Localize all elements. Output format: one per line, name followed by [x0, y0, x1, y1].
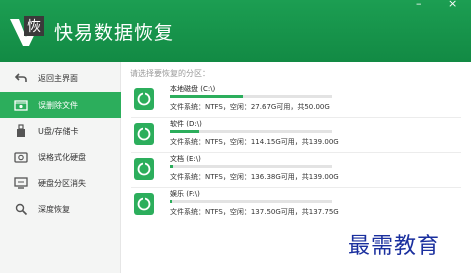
sidebar-item-label: U盘/存储卡	[38, 126, 79, 136]
drive-item[interactable]: 娱乐 (F:\) 文件系统：NTFS，空闲：137.50G可用，共137.75G	[131, 189, 461, 219]
drive-icon	[133, 157, 155, 181]
divider	[131, 152, 461, 153]
drive-usage-bar	[170, 95, 332, 98]
sidebar-item-usb[interactable]: U盘/存储卡	[0, 118, 121, 144]
drive-detail: 文件系统：NTFS，空闲：27.67G可用，共50.00G	[170, 103, 330, 111]
drive-usage-bar	[170, 200, 332, 203]
drive-icon	[133, 122, 155, 146]
close-button[interactable]: ×	[448, 0, 457, 9]
drive-item[interactable]: 软件 (D:\) 文件系统：NTFS，空闲：114.15G可用，共139.00G	[131, 119, 461, 149]
drive-name: 本地磁盘 (C:\)	[170, 85, 216, 93]
drive-usage-fill	[170, 95, 243, 98]
drive-icon	[133, 192, 155, 216]
drive-detail: 文件系统：NTFS，空闲：136.38G可用，共139.00G	[170, 173, 339, 181]
divider	[131, 187, 461, 188]
minimize-button[interactable]: –	[416, 0, 422, 9]
drive-usage-bar	[170, 165, 332, 168]
sidebar-item-deleted-files[interactable]: 误删除文件	[0, 92, 121, 118]
drive-icon	[133, 87, 155, 111]
drive-item[interactable]: 本地磁盘 (C:\) 文件系统：NTFS，空闲：27.67G可用，共50.00G	[131, 84, 461, 114]
sidebar-item-label: 误删除文件	[38, 100, 78, 110]
folder-icon	[14, 98, 28, 112]
sidebar-item-format[interactable]: 误格式化硬盘	[0, 144, 121, 170]
sidebar: 返回主界面 误删除文件 U盘/存储卡 误格式化硬盘 硬盘分区消失 深度恢复	[0, 62, 121, 273]
drive-usage-fill	[170, 165, 174, 168]
sidebar-item-label: 误格式化硬盘	[38, 152, 86, 162]
sidebar-item-partition[interactable]: 硬盘分区消失	[0, 170, 121, 196]
watermark-text: 最需教育	[348, 234, 441, 259]
hard-disk-icon	[14, 150, 28, 164]
drive-name: 娱乐 (F:\)	[170, 190, 200, 198]
sidebar-item-label: 深度恢复	[38, 204, 70, 214]
drive-item[interactable]: 文档 (E:\) 文件系统：NTFS，空闲：136.38G可用，共139.00G	[131, 154, 461, 184]
divider	[131, 117, 461, 118]
app-title: 快易数据恢复	[54, 22, 175, 44]
title-bar: 恢 快易数据恢复 – ×	[0, 0, 471, 62]
drive-usage-fill	[170, 130, 200, 133]
sidebar-item-deep-recovery[interactable]: 深度恢复	[0, 196, 121, 222]
usb-drive-icon	[14, 124, 28, 138]
drive-detail: 文件系统：NTFS，空闲：114.15G可用，共139.00G	[170, 138, 339, 146]
drive-detail: 文件系统：NTFS，空闲：137.50G可用，共137.75G	[170, 208, 339, 216]
sidebar-item-label: 返回主界面	[38, 73, 78, 83]
sidebar-item-back[interactable]: 返回主界面	[0, 65, 121, 91]
logo-char: 恢	[27, 19, 41, 35]
app-logo: 恢	[7, 11, 45, 49]
back-arrow-icon	[14, 71, 28, 85]
sidebar-item-label: 硬盘分区消失	[38, 178, 86, 188]
drive-usage-bar	[170, 130, 332, 133]
drive-name: 软件 (D:\)	[170, 120, 202, 128]
drive-usage-fill	[170, 200, 172, 203]
partition-icon	[14, 176, 28, 190]
partition-prompt: 请选择要恢复的分区：	[130, 69, 210, 78]
deep-scan-icon	[14, 202, 28, 216]
drive-name: 文档 (E:\)	[170, 155, 201, 163]
